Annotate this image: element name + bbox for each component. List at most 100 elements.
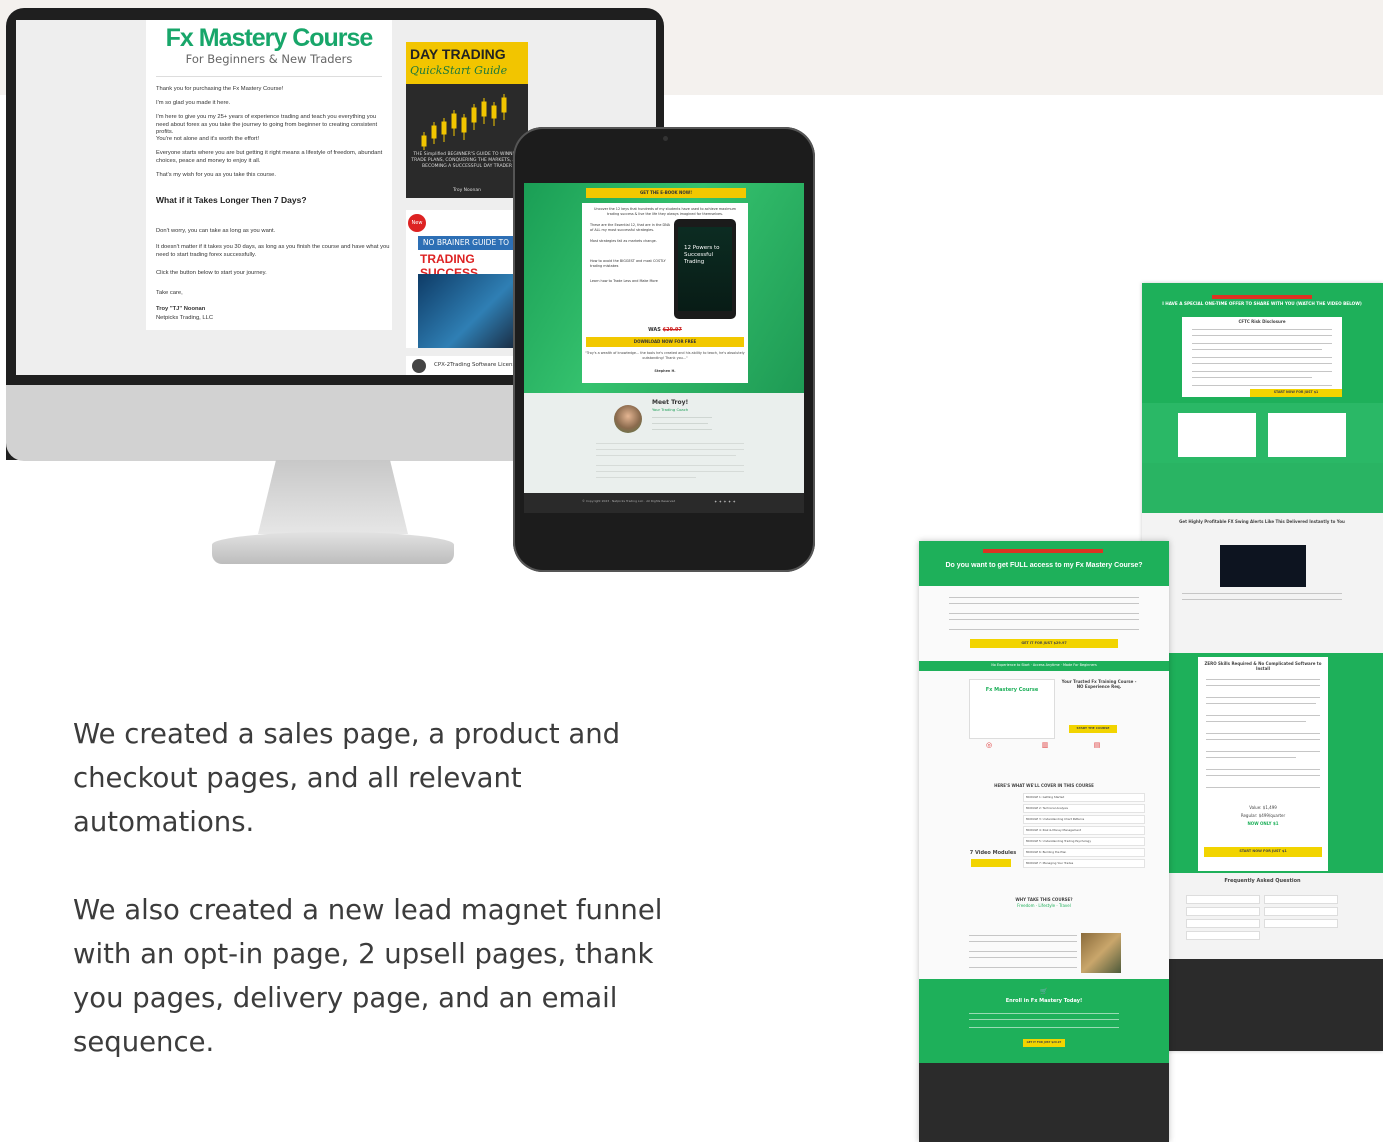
monitor-stand — [212, 532, 454, 564]
module-label: MODULE 2: Technical Analysis — [1026, 806, 1068, 810]
paragraph: Click the button below to start your jou… — [156, 270, 267, 276]
chart-screenshot — [1220, 545, 1306, 587]
alerts-band — [1142, 463, 1383, 513]
module-row[interactable]: MODULE 5: Understanding Trading Psycholo… — [1023, 837, 1145, 846]
module-label: MODULE 6: Building the Plan — [1026, 850, 1067, 854]
book-title-band: DAY TRADING QuickStart Guide — [406, 42, 528, 84]
guide-image — [418, 274, 514, 348]
cover-heading: HERE'S WHAT WE'LL COVER IN THIS COURSE — [994, 783, 1094, 788]
was-label: WAS — [648, 327, 661, 333]
value-price: Value: $1,499 — [1249, 805, 1277, 810]
module-row[interactable]: MODULE 2: Technical Analysis — [1023, 804, 1145, 813]
get-ebook-button[interactable]: GET THE E-BOOK NOW! — [586, 188, 746, 198]
text-line — [1206, 685, 1320, 687]
was-price: WAS $29.97 — [582, 327, 748, 333]
faq-item[interactable] — [1264, 895, 1338, 904]
text-line — [969, 957, 1077, 959]
optin-hero: GET THE E-BOOK NOW! Uncover the 12 keys … — [524, 183, 804, 393]
buy-button[interactable]: GET IT FOR JUST $29.97 — [970, 639, 1118, 648]
text-line — [1192, 335, 1332, 337]
course-title: Fx Mastery Course — [165, 24, 374, 52]
text-line — [969, 951, 1077, 953]
start-now-button-2[interactable]: START NOW FOR JUST $1 — [1204, 847, 1322, 857]
download-button[interactable]: DOWNLOAD NOW FOR FREE — [586, 337, 744, 347]
social-icons[interactable]: ✦ ✦ ✦ ✦ ✦ — [714, 499, 736, 504]
now-only-price: NOW ONLY $1 — [1247, 821, 1279, 826]
ebook-device: 12 Powers to Successful Trading — [674, 219, 736, 319]
faq-item[interactable] — [1186, 919, 1260, 928]
meet-section: Meet Troy! Your Trading Coach — [524, 393, 804, 493]
bank-icon: ▥ — [1041, 741, 1049, 749]
start-now-button[interactable]: START NOW FOR JUST $1 — [1250, 389, 1342, 397]
text-line — [1192, 357, 1332, 359]
guide-band: NO BRAINER GUIDE TO — [418, 236, 514, 250]
avatar — [614, 405, 642, 433]
text-line — [1206, 733, 1320, 735]
divider — [156, 76, 382, 77]
text-line — [949, 603, 1139, 605]
module-row[interactable]: MODULE 6: Building the Plan — [1023, 848, 1145, 857]
software-license-item[interactable]: CPX-2Trading Software License — [406, 356, 528, 375]
book-author: Troy Noonan — [452, 188, 482, 193]
bullet-1: These are the Essential 12, that are in … — [590, 223, 670, 232]
module-row[interactable]: MODULE 1: Getting Started — [1023, 793, 1145, 802]
faq-item[interactable] — [1264, 919, 1338, 928]
lifestyle-photo — [1081, 933, 1121, 973]
module-label: MODULE 4: Risk & Money Management — [1026, 828, 1081, 832]
section-heading: What if it Takes Longer Then 7 Days? — [156, 195, 307, 205]
thank-you-card: Fx Mastery Course For Beginners & New Tr… — [146, 20, 392, 330]
text-line — [1192, 377, 1312, 379]
start-course-label: START THE COURSE — [1076, 726, 1110, 730]
text-line — [596, 443, 744, 445]
text-line — [596, 477, 696, 479]
paragraph: You're not alone and it's worth the effo… — [156, 136, 260, 142]
faq-item[interactable] — [1264, 907, 1338, 916]
enroll-button[interactable]: GET IT FOR JUST $29.97 — [1023, 1039, 1065, 1047]
target-icon: ◎ — [985, 741, 993, 749]
software-license-label: CPX-2Trading Software License — [434, 362, 519, 368]
text-line — [1206, 715, 1320, 717]
book-cover[interactable]: DAY TRADING QuickStart Guide THE Simplif… — [406, 42, 528, 198]
meet-subtitle: Your Trading Coach — [652, 407, 689, 412]
buy-label: GET IT FOR JUST $29.97 — [1021, 641, 1067, 645]
offer-banner — [983, 549, 1103, 553]
intro-text: Uncover the 12 keys that hundreds of my … — [594, 207, 736, 216]
text-line — [1206, 757, 1296, 759]
paragraph: Don't worry, you can take as long as you… — [156, 228, 276, 234]
description-paragraph-1: We created a sales page, a product and c… — [73, 718, 621, 838]
why-heading: WHY TAKE THIS COURSE? — [1015, 897, 1073, 902]
text-line — [949, 597, 1139, 599]
text-line — [1206, 775, 1320, 777]
module-row[interactable]: MODULE 3: Understanding Chart Patterns — [1023, 815, 1145, 824]
guide-cover[interactable]: New NO BRAINER GUIDE TO TRADING SUCCESS — [406, 210, 514, 348]
text-line — [596, 465, 744, 467]
paragraph: Thank you for purchasing the Fx Mastery … — [156, 86, 284, 92]
ebook-title: 12 Powers to Successful Trading — [684, 245, 720, 265]
module-label: MODULE 1: Getting Started — [1026, 795, 1065, 799]
faq-item[interactable] — [1186, 895, 1260, 904]
text-line — [949, 619, 1139, 621]
signature: Troy "TJ" Noonan — [156, 306, 206, 312]
sales-page-preview: Do you want to get FULL access to my Fx … — [919, 541, 1169, 1142]
regular-price: Regular: $499/quarter — [1240, 813, 1286, 818]
trusted-heading: Your Trusted Fx Training Course - NO Exp… — [1061, 679, 1137, 689]
text-line — [596, 449, 744, 451]
start-course-button[interactable]: START THE COURSE — [1069, 725, 1117, 733]
tablet-frame: GET THE E-BOOK NOW! Uncover the 12 keys … — [513, 127, 815, 572]
faq-item[interactable] — [1186, 907, 1260, 916]
module-row[interactable]: MODULE 4: Risk & Money Management — [1023, 826, 1145, 835]
start-now-label: START NOW FOR JUST $1 — [1273, 390, 1319, 394]
features-strip-text: No Experience to Start · Access Anytime … — [991, 663, 1097, 667]
description-paragraph-2: We also created a new lead magnet funnel… — [73, 894, 663, 1058]
chart-icon: ▤ — [1093, 741, 1101, 749]
page-footer — [919, 1063, 1169, 1142]
text-line — [949, 629, 1139, 631]
tablet-footer: © Copyright 2023 · Netpicks Trading LLC … — [524, 493, 804, 513]
copyright-text: © Copyright 2023 · Netpicks Trading LLC … — [582, 499, 676, 503]
module-buy-button[interactable] — [971, 859, 1011, 867]
text-line — [1182, 599, 1342, 601]
module-row[interactable]: MODULE 7: Managing Your Trades — [1023, 859, 1145, 868]
camera-icon — [663, 136, 668, 141]
faq-item[interactable] — [1186, 931, 1260, 940]
paragraph: Everyone starts where you are but gettin… — [156, 150, 383, 164]
